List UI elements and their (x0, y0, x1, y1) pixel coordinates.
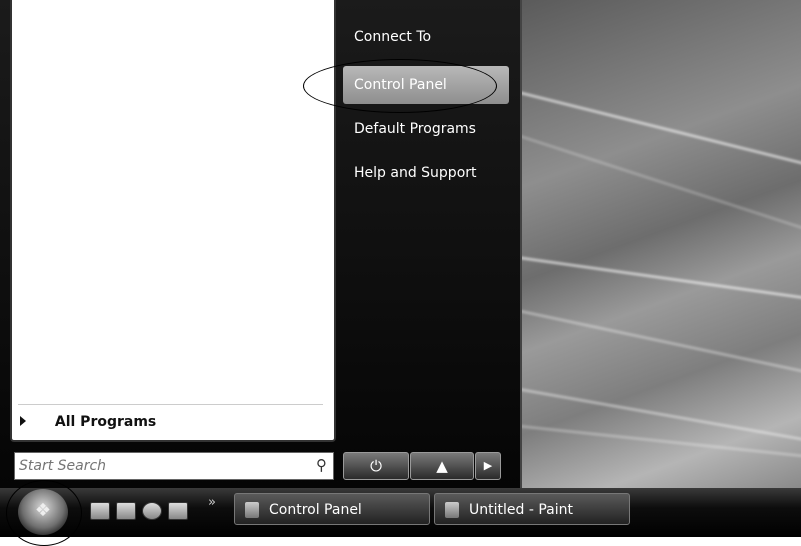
search-icon[interactable]: ⚲ (316, 456, 327, 474)
control-panel-icon (245, 502, 259, 518)
media-player-icon[interactable] (168, 502, 188, 520)
start-search-box[interactable]: ⚲ (14, 452, 334, 480)
arrow-right-icon: ▶ (483, 459, 493, 472)
start-search-input[interactable] (15, 453, 301, 479)
switch-windows-icon[interactable] (116, 502, 136, 520)
power-button[interactable]: ⏻ (343, 452, 409, 480)
menu-item-label: Connect To (354, 29, 432, 45)
quick-launch-overflow[interactable]: » (208, 495, 216, 510)
lock-icon: ▲ (436, 457, 448, 475)
all-programs-label: All Programs (54, 414, 157, 430)
browser-icon[interactable] (142, 502, 162, 520)
start-menu: All Programs ⚲ Connect To Control Panel … (0, 0, 522, 488)
menu-item-label: Help and Support (354, 165, 477, 181)
menu-item-label: Control Panel (354, 77, 447, 93)
show-desktop-icon[interactable] (90, 502, 110, 520)
start-button[interactable]: ❖ (18, 489, 68, 535)
task-label: Control Panel (269, 502, 362, 518)
taskbar-button-paint[interactable]: Untitled - Paint (434, 493, 630, 525)
arrow-right-icon (20, 416, 26, 426)
windows-logo-icon: ❖ (34, 500, 52, 521)
task-label: Untitled - Paint (469, 502, 573, 518)
paint-icon (445, 502, 459, 518)
menu-item-label: Default Programs (354, 121, 476, 137)
power-options-button[interactable]: ▶ (475, 452, 501, 480)
menu-item-connect-to[interactable]: Connect To (343, 18, 509, 56)
desktop-wallpaper (515, 0, 801, 488)
programs-pane (10, 0, 336, 442)
divider (18, 404, 323, 405)
menu-item-control-panel[interactable]: Control Panel (343, 66, 509, 104)
menu-item-default-programs[interactable]: Default Programs (343, 110, 509, 148)
lock-button[interactable]: ▲ (410, 452, 474, 480)
all-programs-button[interactable]: All Programs (20, 414, 156, 430)
power-icon: ⏻ (370, 457, 382, 475)
taskbar-button-control-panel[interactable]: Control Panel (234, 493, 430, 525)
menu-item-help-and-support[interactable]: Help and Support (343, 154, 509, 192)
